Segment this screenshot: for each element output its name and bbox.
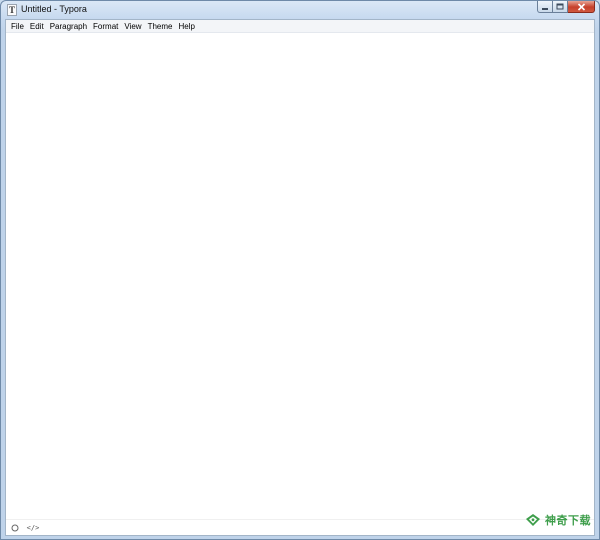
menu-view[interactable]: View <box>122 20 145 33</box>
app-window: T Untitled - Typora File Edit Paragraph … <box>0 0 600 540</box>
minimize-button[interactable] <box>537 1 553 13</box>
sidebar-toggle-button[interactable] <box>10 523 20 533</box>
close-button[interactable] <box>568 1 595 13</box>
caption-buttons <box>537 1 595 14</box>
menu-help[interactable]: Help <box>177 20 199 33</box>
watermark-logo-icon <box>526 514 540 526</box>
site-watermark: 神奇下载 <box>525 512 591 528</box>
maximize-button[interactable] <box>553 1 568 13</box>
close-icon <box>577 2 585 11</box>
editor-area[interactable] <box>6 33 594 520</box>
menu-edit[interactable]: Edit <box>28 20 48 33</box>
minimize-icon <box>542 7 548 10</box>
menu-format[interactable]: Format <box>91 20 122 33</box>
status-bar: </> <box>6 519 594 535</box>
circle-icon <box>11 524 19 532</box>
maximize-icon <box>556 3 564 10</box>
title-bar[interactable]: T Untitled - Typora <box>1 1 599 19</box>
source-code-toggle-button[interactable]: </> <box>27 523 40 533</box>
menu-theme[interactable]: Theme <box>146 20 177 33</box>
menu-bar: File Edit Paragraph Format View Theme He… <box>6 20 594 33</box>
menu-file[interactable]: File <box>9 20 28 33</box>
menu-paragraph[interactable]: Paragraph <box>48 20 91 33</box>
typora-app-icon: T <box>7 4 17 16</box>
typora-client-area: File Edit Paragraph Format View Theme He… <box>5 19 595 536</box>
window-title: Untitled - Typora <box>21 4 87 14</box>
watermark-text: 神奇下载 <box>545 514 591 527</box>
